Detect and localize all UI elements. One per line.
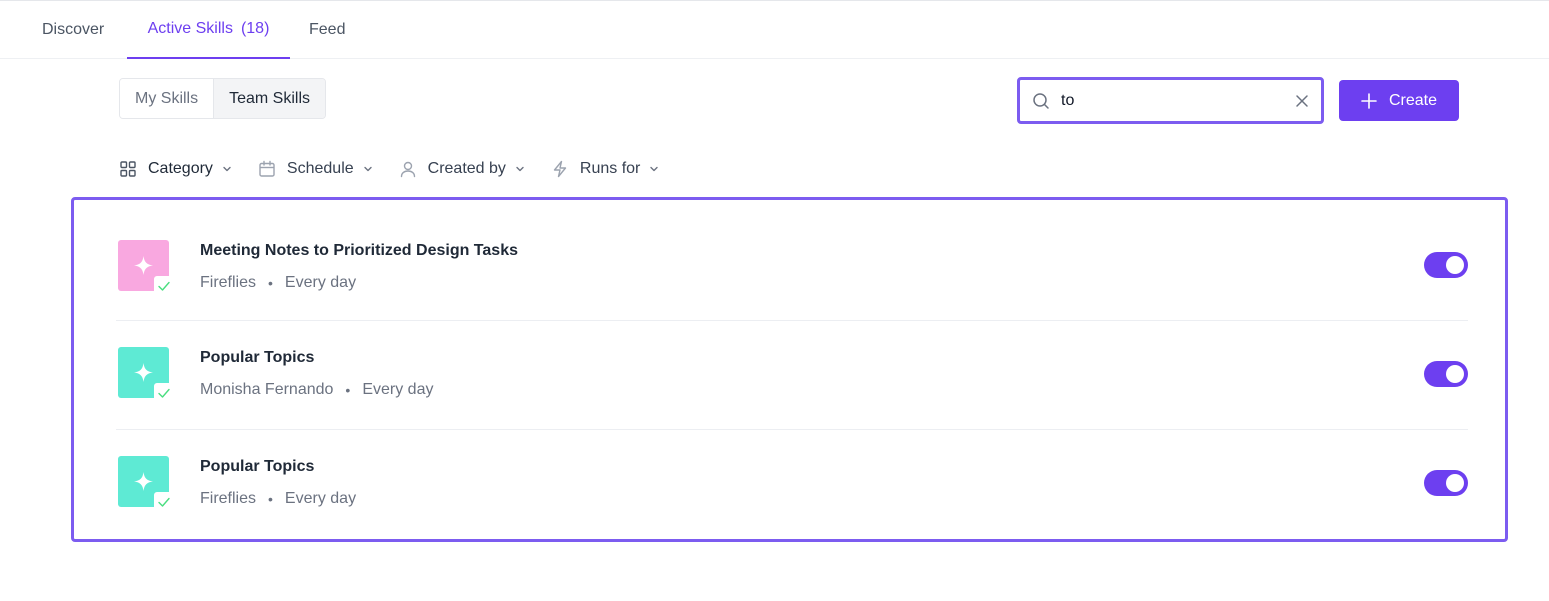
check-icon xyxy=(158,388,170,398)
skill-title: Popular Topics xyxy=(200,458,315,475)
tab-count-badge: (18) xyxy=(240,20,270,37)
schedule-filter[interactable]: Schedule xyxy=(258,160,373,178)
search-box xyxy=(1017,77,1324,124)
user-icon xyxy=(400,161,415,178)
skill-schedule: Every day xyxy=(284,274,357,291)
clear-search-icon[interactable] xyxy=(1295,94,1309,108)
skill-meta: Fireflies • Every day xyxy=(200,274,356,292)
skill-enable-toggle[interactable] xyxy=(1424,470,1468,496)
toggle-knob xyxy=(1446,474,1464,492)
skills-list: Meeting Notes to Prioritized Design Task… xyxy=(71,197,1508,542)
list-item[interactable]: Meeting Notes to Prioritized Design Task… xyxy=(116,211,1468,320)
skill-meta: Fireflies • Every day xyxy=(200,490,356,508)
skill-thumbnail xyxy=(118,456,174,512)
filter-label: Created by xyxy=(427,160,506,177)
skills-scope-toggle: My Skills Team Skills xyxy=(119,78,327,119)
skill-title: Meeting Notes to Prioritized Design Task… xyxy=(200,242,518,259)
tab-label: Active Skills xyxy=(147,20,233,37)
filter-label: Runs for xyxy=(579,160,641,177)
skill-source: Fireflies xyxy=(200,274,257,291)
tab-label: Feed xyxy=(309,21,346,38)
chevron-down-icon xyxy=(223,166,231,172)
create-button-label: Create xyxy=(1388,91,1438,109)
separator-dot: • xyxy=(268,491,273,507)
toggle-knob xyxy=(1446,365,1464,383)
check-badge xyxy=(154,383,174,403)
toggle-knob xyxy=(1446,256,1464,274)
tab-feed[interactable]: Feed xyxy=(309,1,345,59)
list-item[interactable]: Popular Topics Monisha Fernando • Every … xyxy=(116,320,1468,429)
grid-icon xyxy=(120,161,136,177)
search-input[interactable] xyxy=(1061,91,1281,110)
check-icon xyxy=(158,281,170,291)
check-icon xyxy=(158,497,170,507)
separator-dot: • xyxy=(268,275,273,291)
skill-enable-toggle[interactable] xyxy=(1424,361,1468,387)
check-badge xyxy=(154,276,174,296)
lightning-icon xyxy=(553,160,567,178)
chevron-down-icon xyxy=(516,166,524,172)
sparkle-icon xyxy=(134,256,153,275)
sparkle-icon xyxy=(134,363,153,382)
search-icon xyxy=(1033,92,1049,109)
filter-label: Category xyxy=(148,160,213,177)
tab-label: Discover xyxy=(42,21,105,38)
tab-active-skills[interactable]: Active Skills (18) xyxy=(127,1,290,59)
skill-enable-toggle[interactable] xyxy=(1424,252,1468,278)
tab-discover[interactable]: Discover xyxy=(42,1,104,59)
my-skills-button[interactable]: My Skills xyxy=(120,79,214,118)
skill-thumbnail xyxy=(118,240,174,296)
skill-title: Popular Topics xyxy=(200,349,315,366)
skill-schedule: Every day xyxy=(284,490,357,507)
skill-source: Monisha Fernando xyxy=(200,381,334,398)
create-button[interactable]: Create xyxy=(1339,80,1459,121)
plus-icon xyxy=(1361,92,1377,109)
calendar-icon xyxy=(259,160,275,177)
separator-dot: • xyxy=(345,382,351,398)
chevron-down-icon xyxy=(650,166,659,172)
skill-meta: Monisha Fernando • Every day xyxy=(200,381,433,399)
team-skills-button[interactable]: Team Skills xyxy=(213,79,326,118)
skill-schedule: Every day xyxy=(362,381,434,398)
created-by-filter[interactable]: Created by xyxy=(399,160,525,178)
list-item[interactable]: Popular Topics Fireflies • Every day xyxy=(116,429,1468,538)
sparkle-icon xyxy=(134,472,153,491)
check-badge xyxy=(154,492,174,512)
skill-source: Fireflies xyxy=(200,490,257,507)
skill-thumbnail xyxy=(118,347,174,403)
filter-bar: Category Schedule Created by Runs for xyxy=(119,156,685,182)
category-filter[interactable]: Category xyxy=(119,160,232,178)
top-nav: Discover Active Skills (18) Feed xyxy=(0,1,1549,59)
runs-for-filter[interactable]: Runs for xyxy=(551,160,659,178)
filter-label: Schedule xyxy=(286,160,354,177)
chevron-down-icon xyxy=(363,166,372,172)
